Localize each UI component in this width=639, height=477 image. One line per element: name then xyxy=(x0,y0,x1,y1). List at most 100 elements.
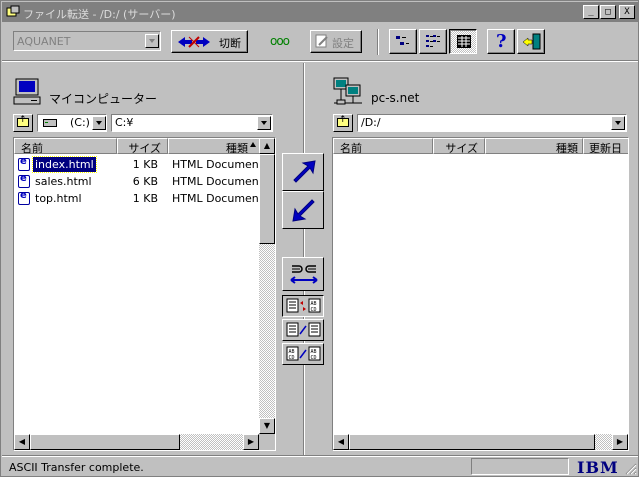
host-combo[interactable]: AQUANET xyxy=(13,31,161,51)
sync-button[interactable] xyxy=(282,257,324,291)
local-horizontal-scrollbar[interactable]: ◀ ▶ xyxy=(14,434,259,450)
small-icons-view-icon xyxy=(426,35,440,47)
local-col-size[interactable]: サイズ xyxy=(117,138,168,154)
local-file-name: sales.html xyxy=(35,175,92,188)
html-file-icon xyxy=(18,173,30,188)
scroll-left-arrow-icon[interactable]: ◀ xyxy=(14,434,30,450)
close-button[interactable]: X xyxy=(619,5,635,19)
upload-arrow-icon xyxy=(293,160,316,183)
remote-col-modified[interactable]: 更新日 xyxy=(583,138,628,154)
local-drive-dropdown-button[interactable] xyxy=(92,116,106,130)
download-arrow-icon xyxy=(292,199,315,222)
remote-path-value: /D:/ xyxy=(361,116,381,129)
ibm-logo: IBM xyxy=(577,458,619,477)
my-computer-icon xyxy=(13,78,41,105)
resize-grip-icon[interactable] xyxy=(625,463,637,475)
settings-icon xyxy=(315,34,328,48)
compare-sync-icon xyxy=(290,265,318,284)
maximize-button[interactable]: □ xyxy=(600,5,616,19)
local-file-row[interactable]: index.html 1 KB HTML Document xyxy=(14,156,264,173)
local-file-row[interactable]: sales.html 6 KB HTML Document xyxy=(14,173,264,190)
help-icon: ? xyxy=(496,31,507,52)
remote-path-input[interactable]: /D:/ xyxy=(357,114,627,132)
local-drive-select[interactable]: (C:) xyxy=(37,114,107,132)
svg-text:CD: CD xyxy=(289,355,295,361)
transfer-mode-ascii-button[interactable]: AB CD AB CD xyxy=(282,343,324,365)
remote-pane-title: pc-s.net xyxy=(371,91,420,105)
details-view-button[interactable] xyxy=(449,29,477,54)
local-vscroll-thumb[interactable] xyxy=(259,154,275,244)
minimize-button[interactable]: _ xyxy=(583,5,599,19)
scroll-down-arrow-icon[interactable]: ▼ xyxy=(259,418,275,434)
remote-up-folder-button[interactable] xyxy=(333,114,353,132)
remote-col-size[interactable]: サイズ xyxy=(433,138,485,154)
app-icon xyxy=(6,5,20,17)
local-file-name: index.html xyxy=(32,156,97,173)
settings-label: 設定 xyxy=(332,37,354,50)
transfer-mode-binary-button[interactable] xyxy=(282,319,324,341)
large-icons-view-icon xyxy=(396,36,409,45)
local-file-size: 6 KB xyxy=(132,175,158,188)
window-title: ファイル転送 - /D:/ (サーバー) xyxy=(23,8,176,21)
local-path-dropdown-button[interactable] xyxy=(257,116,271,130)
network-server-icon xyxy=(333,77,362,105)
svg-text:CD: CD xyxy=(311,355,317,361)
disconnect-button[interactable]: 切断 xyxy=(171,30,248,53)
remote-col-type[interactable]: 種類 xyxy=(485,138,583,154)
ftp-window: ファイル転送 - /D:/ (サーバー) _ □ X AQUANET 切断 oo… xyxy=(0,0,639,477)
scroll-right-arrow-icon[interactable]: ▶ xyxy=(243,434,259,450)
local-drive-label: (C:) xyxy=(70,116,90,129)
remote-file-list[interactable]: 名前 サイズ 種類 更新日 ◀ ▶ xyxy=(332,137,629,451)
toolbar-separator xyxy=(377,29,379,55)
details-view-icon xyxy=(457,35,471,48)
sort-ascending-icon xyxy=(250,142,256,147)
status-divider xyxy=(2,455,638,457)
remote-horizontal-scrollbar[interactable]: ◀ ▶ xyxy=(333,434,628,450)
local-up-folder-button[interactable] xyxy=(13,114,33,132)
local-file-size: 1 KB xyxy=(132,192,158,205)
up-folder-icon xyxy=(337,115,349,127)
local-col-name[interactable]: 名前 xyxy=(14,138,117,154)
disconnect-icon xyxy=(178,36,210,48)
upload-button[interactable] xyxy=(282,153,324,191)
status-progress-panel xyxy=(471,458,569,475)
local-pane-title: マイコンピューター xyxy=(49,92,158,106)
scroll-left-arrow-icon[interactable]: ◀ xyxy=(333,434,349,450)
list-view-button[interactable] xyxy=(389,29,417,54)
local-file-row[interactable]: top.html 1 KB HTML Document xyxy=(14,190,264,207)
local-vertical-scrollbar[interactable]: ▲ ▼ xyxy=(259,138,275,434)
remote-path-dropdown-button[interactable] xyxy=(611,116,625,130)
binary-transfer-icon xyxy=(286,322,321,337)
small-icons-view-button[interactable] xyxy=(419,29,447,54)
help-button[interactable]: ? xyxy=(487,29,515,54)
local-file-type: HTML Document xyxy=(172,175,264,188)
local-col-type[interactable]: 種類 xyxy=(168,138,261,154)
hard-drive-icon xyxy=(43,119,57,127)
remote-hscroll-thumb[interactable] xyxy=(349,434,595,450)
local-file-list[interactable]: 名前 サイズ 種類 index.html 1 KB HTML Document … xyxy=(13,137,276,451)
connection-status-indicator: ooo xyxy=(270,34,290,48)
local-file-type: HTML Document xyxy=(172,158,264,171)
settings-button[interactable]: 設定 xyxy=(310,30,362,53)
ascii-transfer-icon: ABCD ABCD xyxy=(286,346,321,361)
exit-button[interactable] xyxy=(517,29,545,54)
download-button[interactable] xyxy=(282,191,324,229)
html-file-icon xyxy=(18,156,30,171)
scroll-right-arrow-icon[interactable]: ▶ xyxy=(612,434,628,450)
local-file-type: HTML Document xyxy=(172,192,264,205)
local-file-size: 1 KB xyxy=(132,158,158,171)
status-message: ASCII Transfer complete. xyxy=(9,461,144,474)
disconnect-label: 切断 xyxy=(219,37,241,50)
auto-convert-icon: ABCD xyxy=(286,298,321,313)
title-bar[interactable]: ファイル転送 - /D:/ (サーバー) _ □ X xyxy=(2,2,638,22)
local-path-input[interactable]: C:¥ xyxy=(111,114,273,132)
remote-col-name[interactable]: 名前 xyxy=(333,138,433,154)
local-hscroll-thumb[interactable] xyxy=(30,434,180,450)
host-value: AQUANET xyxy=(17,35,71,48)
transfer-mode-auto-button[interactable]: AB CD xyxy=(282,295,324,317)
up-folder-icon xyxy=(17,115,29,127)
html-file-icon xyxy=(18,190,30,205)
scroll-up-arrow-icon[interactable]: ▲ xyxy=(259,138,275,154)
host-dropdown-button[interactable] xyxy=(145,34,159,48)
local-file-name: top.html xyxy=(35,192,82,205)
